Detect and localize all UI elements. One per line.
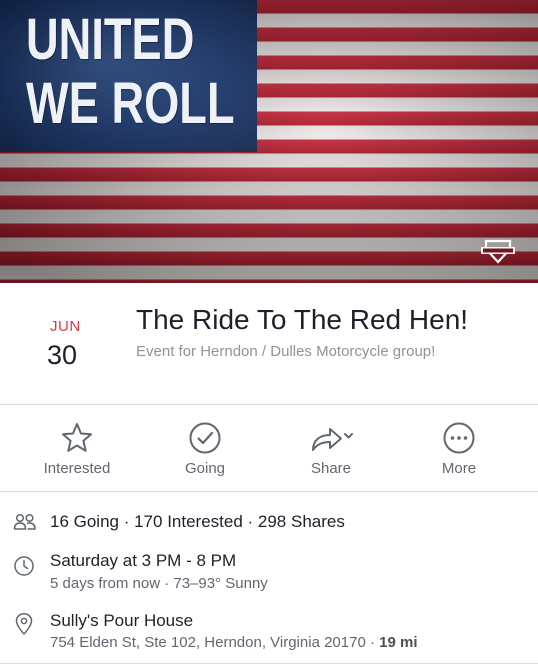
clock-icon [14,556,34,576]
star-outline-icon [62,423,92,452]
venue-name[interactable]: Sully's Pour House [50,611,193,631]
divider [0,663,538,664]
more-dots-icon [443,422,475,454]
event-time[interactable]: Saturday at 3 PM - 8 PM [50,551,236,571]
slogan-line-2: WE ROLL [26,71,235,136]
interested-button[interactable]: Interested [22,420,132,477]
share-button[interactable]: Share [276,420,386,477]
bar-and-shield-logo [481,239,515,264]
venue-address[interactable]: 754 Elden St, Ste 102, Herndon, Virginia… [50,634,417,651]
going-button[interactable]: Going [150,420,260,477]
divider [0,404,538,405]
share-label: Share [310,460,352,477]
event-day: 30 [47,340,78,370]
check-circle-icon [189,422,221,454]
interested-label: Interested [43,460,111,477]
chevron-down-icon [344,433,353,439]
more-button[interactable]: More [404,420,514,477]
going-label: Going [184,460,226,477]
event-title: The Ride To The Red Hen! [136,304,469,335]
divider [0,491,538,492]
event-forecast: 5 days from now · 73–93° Sunny [50,575,268,592]
venue-address-text: 754 Elden St, Ste 102, Herndon, Virginia… [50,634,380,651]
location-pin-icon [15,613,33,635]
people-icon [13,513,36,530]
event-month: JUN [50,318,81,335]
event-host-link[interactable]: Event for Herndon / Dulles Motorcycle gr… [136,343,435,360]
venue-distance: 19 mi [379,634,418,651]
share-arrow-icon [312,428,353,451]
slogan-line-1: UNITED [26,7,195,72]
attendance-summary[interactable]: 16 Going · 170 Interested · 298 Shares [50,512,345,532]
more-label: More [441,460,477,477]
cover-slogan: UNITED WE ROLL [26,7,235,136]
event-cover-photo[interactable]: UNITED WE ROLL [0,0,538,283]
